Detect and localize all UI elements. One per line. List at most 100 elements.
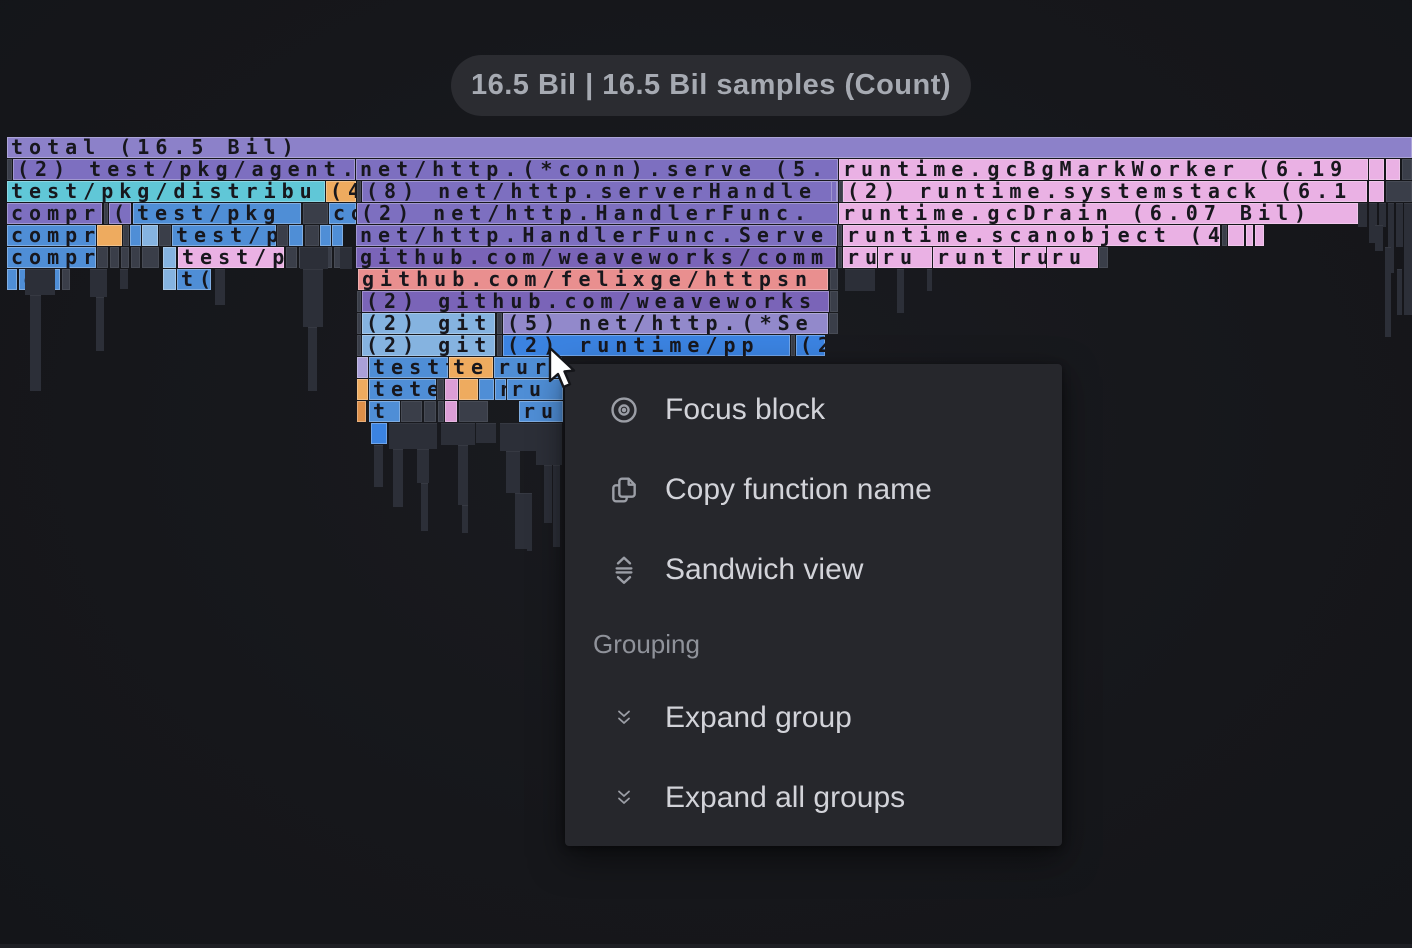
flame-bar[interactable] [838, 247, 842, 268]
flame-collapsed-bar[interactable] [421, 483, 428, 531]
flame-bar[interactable] [830, 269, 838, 290]
flame-bar[interactable]: test/p [172, 225, 276, 246]
menu-item-focus-block[interactable]: Focus block [565, 370, 1062, 450]
flame-bar[interactable]: te [449, 357, 493, 378]
flame-collapsed-bar[interactable] [1385, 247, 1391, 337]
flame-bar[interactable]: ru [878, 247, 932, 268]
flame-bar[interactable] [497, 313, 502, 334]
flame-bar[interactable] [1369, 159, 1384, 180]
flame-bar[interactable]: runt [933, 247, 1014, 268]
flame-collapsed-bar[interactable] [25, 269, 55, 295]
flame-bar[interactable] [357, 313, 361, 334]
flame-bar[interactable] [97, 225, 122, 246]
flame-collapsed-bar[interactable] [340, 247, 352, 269]
menu-item-sandwich-view[interactable]: Sandwich view [565, 530, 1062, 610]
flame-bar[interactable]: (2) runtime.systemstack (6.1 [843, 181, 1367, 202]
flame-collapsed-bar[interactable] [120, 269, 128, 289]
flame-bar[interactable]: (8) net/http.serverHandle [362, 181, 838, 202]
flame-bar[interactable]: testte [369, 357, 448, 378]
flame-bar[interactable]: total (16.5 Bil) [7, 137, 1412, 158]
flame-bar[interactable]: ru [1015, 247, 1046, 268]
flame-bar[interactable] [320, 225, 331, 246]
flame-bar[interactable]: net/http.(*conn).serve (5. [356, 159, 838, 180]
flame-collapsed-bar[interactable] [476, 423, 496, 443]
flame-collapsed-bar[interactable] [506, 451, 520, 493]
flame-bar[interactable] [1222, 225, 1227, 246]
flame-bar[interactable] [829, 313, 838, 334]
menu-item-copy-function-name[interactable]: Copy function name [565, 450, 1062, 530]
flame-bar[interactable] [1246, 225, 1253, 246]
flame-bar[interactable]: test/p [178, 247, 284, 268]
flame-bar[interactable] [830, 291, 838, 312]
flame-bar[interactable]: github.com/felixge/httpsn [358, 269, 828, 290]
flame-bar[interactable]: compr [7, 203, 102, 224]
flame-bar[interactable]: compr [7, 225, 96, 246]
flame-bar[interactable]: (2) git [362, 313, 495, 334]
flame-bar[interactable] [1402, 159, 1412, 180]
flame-bar[interactable] [62, 269, 70, 290]
flame-bar[interactable]: (2) github.com/weaveworks [362, 291, 829, 312]
flame-collapsed-bar[interactable] [90, 269, 107, 297]
flame-bar[interactable] [286, 247, 297, 268]
flame-bar[interactable]: test/pkg/distribu [7, 181, 325, 202]
flame-collapsed-bar[interactable] [527, 493, 532, 551]
flame-bar[interactable] [121, 247, 129, 268]
flame-bar[interactable] [1099, 247, 1108, 268]
flame-bar[interactable] [142, 225, 158, 246]
flame-bar[interactable] [303, 203, 328, 224]
flame-bar[interactable]: (2) net/http.HandlerFunc. [357, 203, 838, 224]
flame-bar[interactable] [332, 225, 343, 246]
flame-bar[interactable] [459, 379, 478, 400]
flame-bar[interactable] [163, 247, 176, 268]
flame-collapsed-bar[interactable] [374, 445, 383, 487]
flame-bar[interactable] [438, 401, 444, 422]
flame-bar[interactable] [445, 379, 458, 400]
flame-bar[interactable]: ru [519, 401, 563, 422]
flame-bar[interactable] [1386, 181, 1412, 202]
flame-bar[interactable]: rur [494, 357, 562, 378]
flame-bar[interactable] [7, 159, 12, 180]
flame-bar[interactable] [831, 181, 837, 202]
flame-bar[interactable]: ( [109, 203, 131, 224]
flame-collapsed-bar[interactable] [1358, 203, 1367, 227]
flame-collapsed-bar[interactable] [30, 295, 41, 391]
flame-bar[interactable]: test/pkg [133, 203, 301, 224]
flame-bar[interactable]: (2 [796, 335, 825, 356]
flame-bar[interactable]: t [369, 401, 400, 422]
flame-collapsed-bar[interactable] [389, 423, 437, 449]
flame-collapsed-bar[interactable] [462, 505, 468, 533]
flame-bar[interactable]: runtime.gcDrain (6.07 Bil) [839, 203, 1358, 224]
flame-bar[interactable] [1369, 181, 1384, 202]
flame-bar[interactable] [459, 401, 488, 422]
flame-bar[interactable] [7, 269, 17, 290]
flame-bar[interactable] [357, 401, 366, 422]
flame-bar[interactable] [1228, 225, 1244, 246]
flame-collapsed-bar[interactable] [927, 269, 932, 291]
flame-bar[interactable] [130, 225, 141, 246]
flame-bar[interactable] [289, 225, 303, 246]
flame-bar[interactable] [479, 379, 494, 400]
flame-collapsed-bar[interactable] [96, 297, 104, 351]
flame-bar[interactable]: t( [177, 269, 211, 290]
flame-collapsed-bar[interactable] [845, 269, 875, 291]
flame-collapsed-bar[interactable] [544, 465, 552, 523]
flame-collapsed-bar[interactable] [417, 449, 429, 483]
flame-collapsed-bar[interactable] [1396, 203, 1403, 247]
flame-bar[interactable]: ru [507, 379, 563, 400]
flame-bar[interactable] [97, 247, 108, 268]
flame-bar[interactable] [401, 401, 422, 422]
flame-collapsed-bar[interactable] [300, 247, 328, 269]
flame-collapsed-bar[interactable] [1404, 203, 1412, 315]
flame-bar[interactable]: tete [369, 379, 436, 400]
flame-bar[interactable]: ru [843, 247, 877, 268]
flame-bar[interactable] [131, 247, 140, 268]
flame-bar[interactable] [371, 423, 387, 444]
flame-bar[interactable]: (2) git [362, 335, 495, 356]
menu-item-expand-group[interactable]: Expand group [565, 678, 1062, 758]
flame-bar[interactable] [142, 247, 159, 268]
flame-collapsed-bar[interactable] [308, 327, 317, 391]
flame-bar[interactable]: github.com/weaveworks/comm [356, 247, 836, 268]
flame-collapsed-bar[interactable] [441, 423, 475, 445]
flame-collapsed-bar[interactable] [1375, 225, 1383, 251]
flame-bar[interactable] [110, 247, 119, 268]
